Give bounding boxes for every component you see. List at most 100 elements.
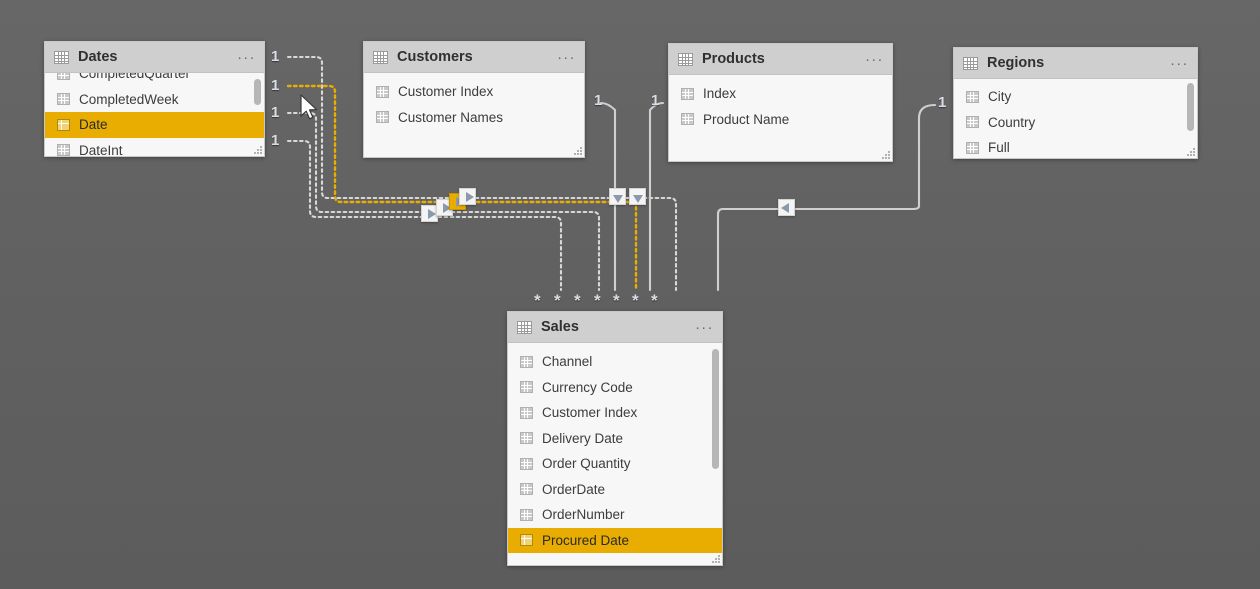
- resize-grip[interactable]: [573, 146, 582, 155]
- table-header-customers[interactable]: Customers ...: [364, 42, 584, 73]
- cardinality-badge-sales-4: *: [594, 291, 601, 310]
- field-icon: [520, 508, 533, 521]
- cardinality-badge-sales-1: *: [534, 291, 541, 310]
- table-card-sales[interactable]: Sales ... Channel Currency Code Customer…: [507, 311, 723, 566]
- field-icon: [376, 85, 389, 98]
- field-row[interactable]: Channel: [508, 349, 722, 375]
- field-row[interactable]: CompletedWeek: [45, 87, 264, 113]
- table-card-regions[interactable]: Regions ... City Country Full: [953, 47, 1198, 159]
- field-icon: [520, 355, 533, 368]
- crossfilter-arrow-right-3[interactable]: [459, 188, 476, 205]
- vertical-scrollbar[interactable]: [712, 349, 719, 469]
- table-card-dates[interactable]: Dates ... CompletedQuarter CompletedWeek…: [44, 41, 265, 157]
- field-icon: [681, 113, 694, 126]
- cardinality-badge-sales-3: *: [574, 291, 581, 310]
- field-icon: [966, 141, 979, 154]
- table-menu-button[interactable]: ...: [557, 47, 576, 64]
- table-title: Products: [702, 51, 765, 67]
- field-icon: [520, 406, 533, 419]
- field-row[interactable]: Order Quantity: [508, 451, 722, 477]
- field-label: Country: [988, 114, 1036, 130]
- table-icon: [54, 50, 69, 64]
- mouse-cursor: [300, 94, 318, 120]
- field-label: Order Quantity: [542, 456, 631, 472]
- field-row[interactable]: Index: [669, 81, 892, 107]
- crossfilter-arrow-left-regions[interactable]: [778, 199, 795, 216]
- field-icon: [57, 144, 70, 156]
- table-header-regions[interactable]: Regions ...: [954, 48, 1197, 79]
- arrow-left-icon: [780, 202, 789, 213]
- field-label: Date: [79, 117, 108, 133]
- field-icon: [520, 483, 533, 496]
- field-label: Procured Date: [542, 532, 630, 548]
- crossfilter-arrow-down-products[interactable]: [629, 188, 646, 205]
- field-icon: [520, 381, 533, 394]
- vertical-scrollbar[interactable]: [254, 79, 261, 105]
- vertical-scrollbar[interactable]: [1187, 83, 1194, 131]
- table-header-sales[interactable]: Sales ...: [508, 312, 722, 343]
- field-label: Customer Names: [398, 109, 504, 125]
- field-label: OrderNumber: [542, 507, 625, 523]
- field-label: Product Name: [703, 111, 790, 127]
- field-label: Customer Index: [398, 84, 494, 100]
- field-icon: [57, 118, 70, 131]
- cardinality-badge-dates-3: 1: [271, 104, 280, 121]
- model-view-canvas[interactable]: Dates ... CompletedQuarter CompletedWeek…: [0, 0, 1260, 589]
- table-icon: [517, 320, 532, 334]
- field-label: Index: [703, 86, 737, 102]
- field-row[interactable]: OrderNumber: [508, 502, 722, 528]
- field-row[interactable]: DateInt: [45, 138, 264, 156]
- table-fields-regions: City Country Full: [954, 79, 1197, 158]
- table-fields-dates: CompletedQuarter CompletedWeek Date Date…: [45, 73, 264, 156]
- cardinality-badge-sales-6: *: [632, 291, 639, 310]
- field-row[interactable]: Product Name: [669, 107, 892, 133]
- field-icon: [376, 111, 389, 124]
- field-label: OrderDate: [542, 481, 606, 497]
- field-row[interactable]: Currency Code: [508, 375, 722, 401]
- table-menu-button[interactable]: ...: [1170, 53, 1189, 70]
- relationship-products-sales: [648, 101, 665, 292]
- arrow-right-icon: [427, 208, 436, 219]
- field-label: City: [988, 89, 1012, 105]
- arrow-right-icon: [465, 191, 474, 202]
- field-label: Customer Index: [542, 405, 638, 421]
- table-icon: [373, 50, 388, 64]
- table-card-customers[interactable]: Customers ... Customer Index Customer Na…: [363, 41, 585, 158]
- table-menu-button[interactable]: ...: [695, 317, 714, 334]
- field-icon: [966, 90, 979, 103]
- resize-grip[interactable]: [711, 554, 720, 563]
- field-label: CompletedQuarter: [79, 73, 191, 82]
- field-icon: [966, 116, 979, 129]
- table-fields-products: Index Product Name: [669, 75, 892, 161]
- table-header-products[interactable]: Products ...: [669, 44, 892, 75]
- field-row[interactable]: Delivery Date: [508, 426, 722, 452]
- field-row[interactable]: Customer Names: [364, 105, 584, 131]
- field-row[interactable]: Customer Index: [364, 79, 584, 105]
- table-title: Dates: [78, 49, 118, 65]
- field-row[interactable]: OrderDate: [508, 477, 722, 503]
- table-menu-button[interactable]: ...: [237, 47, 256, 64]
- resize-grip[interactable]: [1186, 147, 1195, 156]
- field-label: Currency Code: [542, 379, 633, 395]
- field-row[interactable]: Full: [954, 135, 1197, 158]
- field-icon: [57, 93, 70, 106]
- resize-grip[interactable]: [881, 150, 890, 159]
- field-label: Delivery Date: [542, 430, 624, 446]
- field-label: Channel: [542, 354, 593, 370]
- cardinality-badge-customers: 1: [594, 92, 603, 109]
- table-menu-button[interactable]: ...: [865, 49, 884, 66]
- field-row[interactable]: Country: [954, 110, 1197, 136]
- field-row[interactable]: CompletedQuarter: [45, 73, 264, 87]
- table-card-products[interactable]: Products ... Index Product Name: [668, 43, 893, 162]
- crossfilter-arrow-down-customers[interactable]: [609, 188, 626, 205]
- field-row[interactable]: City: [954, 84, 1197, 110]
- field-label: CompletedWeek: [79, 91, 179, 107]
- table-icon: [963, 56, 978, 70]
- resize-grip[interactable]: [253, 145, 262, 154]
- field-row[interactable]: Customer Index: [508, 400, 722, 426]
- cardinality-badge-dates-2: 1: [271, 77, 280, 94]
- field-row-selected[interactable]: Date: [45, 112, 264, 138]
- table-title: Sales: [541, 319, 579, 335]
- table-header-dates[interactable]: Dates ...: [45, 42, 264, 73]
- field-row-selected[interactable]: Procured Date: [508, 527, 722, 553]
